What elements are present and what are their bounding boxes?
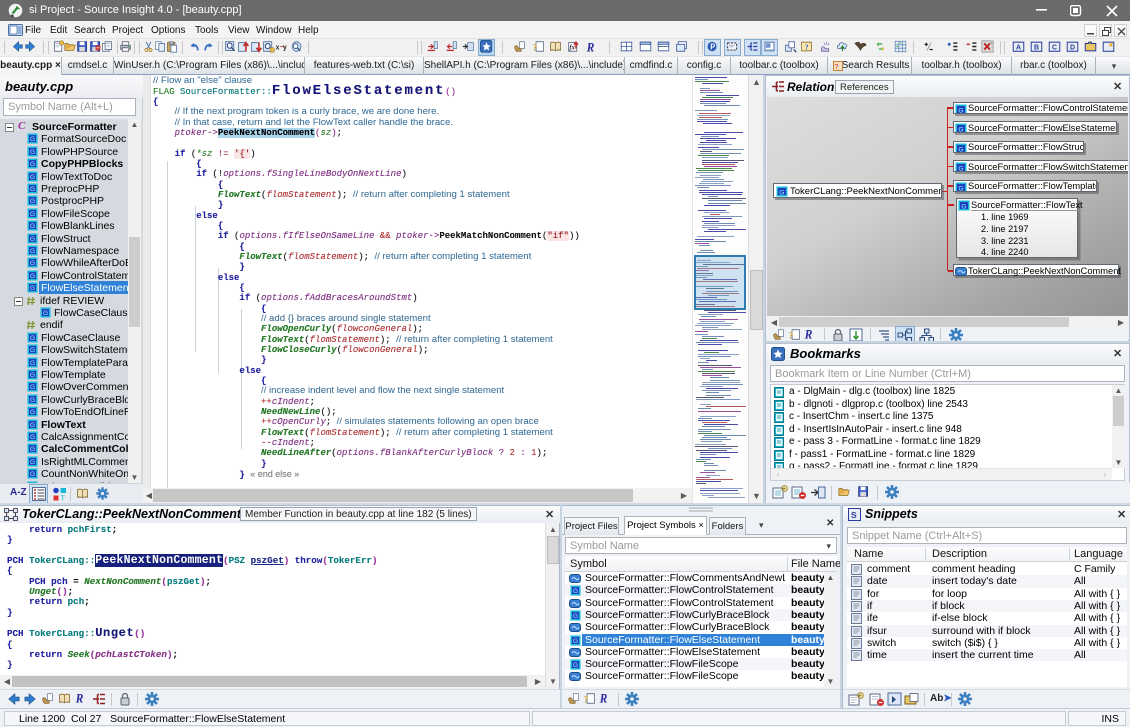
svg-text:G: G (30, 285, 35, 292)
svg-text:G: G (30, 397, 35, 404)
svg-text:G: G (30, 149, 35, 156)
svg-text:G: G (30, 372, 35, 379)
svg-text:?: ? (805, 42, 809, 51)
svg-text:G: G (30, 335, 35, 342)
svg-text:S: S (851, 510, 857, 520)
svg-text:R: R (75, 692, 84, 704)
svg-text:G: G (30, 360, 35, 367)
svg-text:G: G (573, 588, 578, 595)
svg-text:G: G (961, 203, 966, 210)
svg-text:R: R (586, 41, 595, 53)
svg-text:G: G (30, 261, 35, 268)
svg-text:C: C (1052, 43, 1057, 51)
svg-text:G: G (30, 199, 35, 206)
svg-text:G: G (30, 186, 35, 193)
svg-text:G: G (30, 471, 35, 478)
svg-text:G: G (958, 126, 963, 133)
svg-text:G: G (573, 613, 578, 620)
svg-text:G: G (30, 422, 35, 429)
svg-text:G: G (30, 161, 35, 168)
svg-text:?: ? (533, 42, 538, 52)
svg-text:G: G (958, 185, 963, 192)
svg-text:G: G (30, 409, 35, 416)
svg-text:G: G (30, 459, 35, 466)
svg-text:G: G (30, 434, 35, 441)
svg-text:G: G (958, 146, 963, 153)
svg-text:G: G (573, 662, 578, 669)
svg-text:fx: fx (569, 44, 575, 51)
svg-text:G: G (779, 189, 784, 196)
svg-text:G: G (30, 137, 35, 144)
svg-text:G: G (30, 236, 35, 243)
svg-text:G: G (30, 385, 35, 392)
svg-text:G: G (30, 174, 35, 181)
svg-text:B: B (1034, 43, 1039, 51)
svg-text:G: G (30, 211, 35, 218)
svg-text:R: R (599, 692, 608, 704)
svg-text:?: ? (789, 330, 794, 340)
svg-text:G: G (573, 638, 578, 645)
svg-text:G: G (30, 447, 35, 454)
svg-text:G: G (30, 273, 35, 280)
svg-text:G: G (958, 107, 963, 114)
svg-text:?: ? (584, 694, 589, 704)
svg-text:G: G (30, 347, 35, 354)
svg-text:G: G (30, 223, 35, 230)
svg-text:D: D (1070, 43, 1075, 51)
svg-text:?: ? (835, 64, 839, 71)
svg-text:R: R (804, 328, 813, 340)
svg-text:P: P (710, 42, 715, 51)
svg-text:y: y (283, 44, 287, 51)
svg-text:G: G (30, 248, 35, 255)
svg-text:A: A (1016, 43, 1021, 51)
svg-text:T: T (61, 494, 66, 502)
svg-text:G: G (43, 310, 48, 317)
svg-text:G: G (958, 165, 963, 172)
svg-text:S: S (767, 43, 770, 48)
